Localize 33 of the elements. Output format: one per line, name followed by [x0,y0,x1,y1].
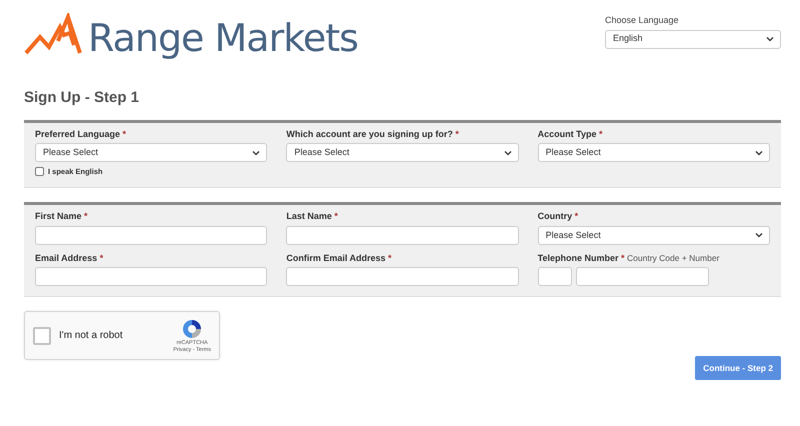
caret-icon [504,150,512,156]
caret-icon [252,150,260,156]
select-field[interactable]: Please Select [538,143,770,162]
captcha-checkbox[interactable] [33,326,51,345]
field-label: Account Type * [538,128,604,141]
field-label: Last Name * [286,210,339,224]
brand-name: Range Markets [88,19,358,57]
recaptcha-icon [181,318,204,340]
field-label: Which account are you signing up for? * [286,128,460,141]
language-select[interactable]: English [605,30,781,48]
field-label: Telephone Number * Country Code + Number [538,252,720,265]
select-field[interactable]: Please Select [286,143,519,162]
field-label: Confirm Email Address * [286,252,393,265]
select-field[interactable]: Please Select [35,143,268,162]
caret-icon [754,150,763,156]
field-label: Email Address * [35,252,104,265]
captcha-label: I'm not a robot [59,329,123,344]
caret-icon [754,232,763,238]
caret-icon [766,36,774,42]
phone-number-field[interactable] [576,267,709,286]
checkbox[interactable] [35,167,44,176]
field-label: Country * [538,210,580,224]
text-field[interactable] [35,226,268,245]
field-label: Preferred Language * [35,128,128,141]
language-label: Choose Language [605,14,680,27]
text-field[interactable] [35,267,268,286]
text-field[interactable] [286,226,519,245]
page-heading: Sign Up - Step 1 [24,88,140,108]
field-label: First Name * [35,210,89,224]
select-field[interactable]: Please Select [538,226,770,245]
mountain-logo-icon [24,13,84,57]
text-field[interactable] [286,267,519,286]
country-code-field[interactable] [538,267,572,286]
